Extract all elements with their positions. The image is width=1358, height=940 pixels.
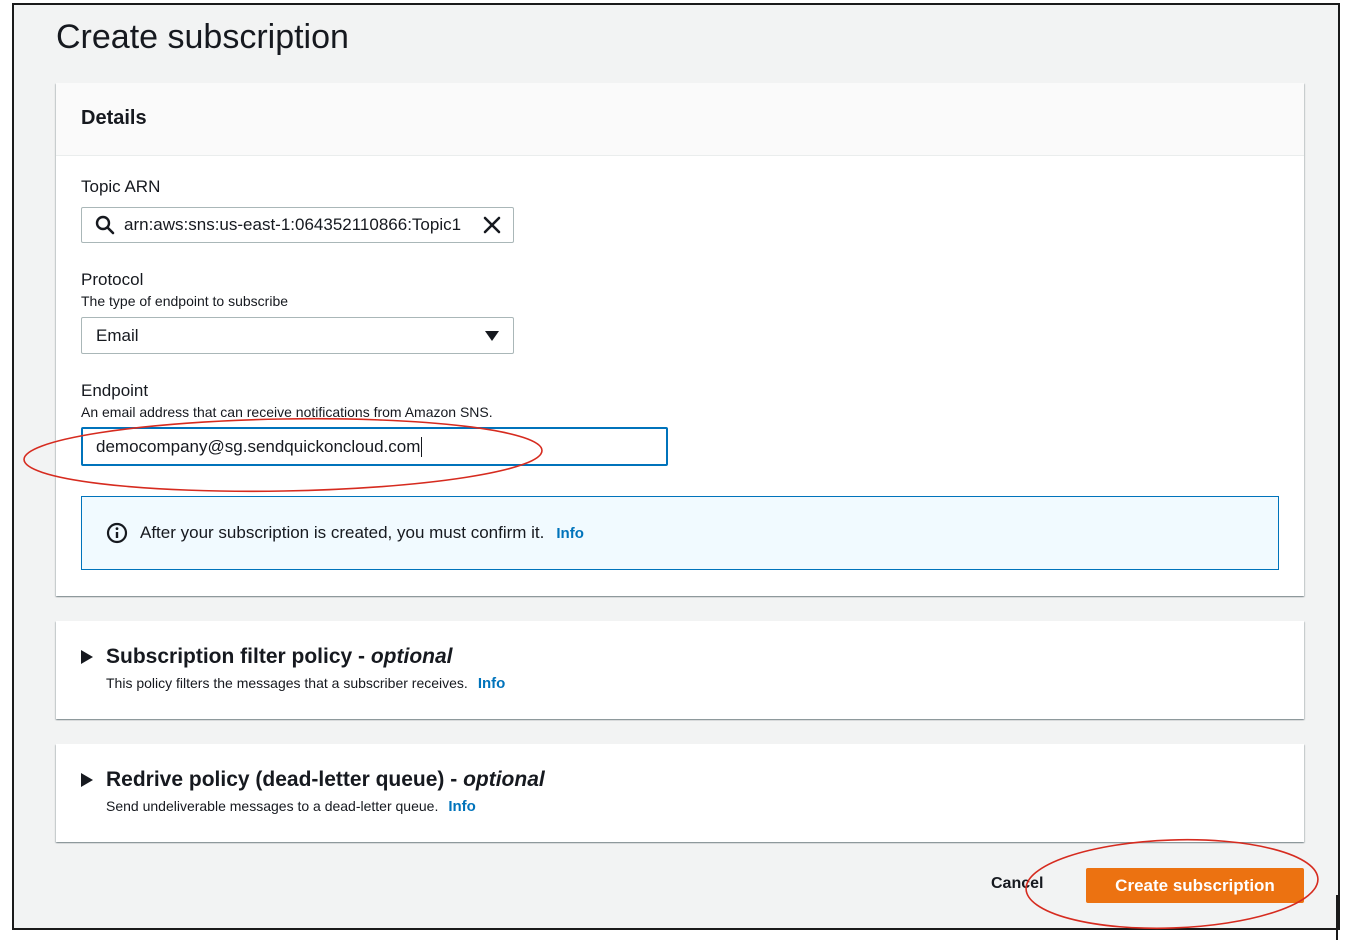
protocol-label: Protocol xyxy=(81,270,144,289)
text-cursor xyxy=(421,436,423,457)
endpoint-value: democompany@sg.sendquickoncloud.com xyxy=(96,436,421,456)
protocol-description: The type of endpoint to subscribe xyxy=(81,293,289,309)
redrive-policy-info-link[interactable]: Info xyxy=(448,798,476,815)
topic-arn-value: arn:aws:sns:us-east-1:064352110866:Topic… xyxy=(124,215,462,234)
filter-policy-description: This policy filters the messages that a … xyxy=(106,675,468,691)
topic-arn-label: Topic ARN xyxy=(81,177,161,196)
redrive-policy-description-row: Send undeliverable messages to a dead-le… xyxy=(106,798,476,815)
protocol-selected-value: Email xyxy=(96,325,139,345)
filter-policy-title: Subscription filter policy - xyxy=(106,645,371,668)
details-container: Details Topic ARN arn:aws:sns:us-east-1:… xyxy=(56,83,1304,596)
redrive-policy-toggle[interactable]: Redrive policy (dead-letter queue) - opt… xyxy=(81,768,545,792)
details-heading: Details xyxy=(56,83,1304,156)
filter-policy-optional: optional xyxy=(370,645,453,668)
filter-policy-description-row: This policy filters the messages that a … xyxy=(106,675,505,692)
page-title: Create subscription xyxy=(56,18,349,56)
filter-policy-info-link[interactable]: Info xyxy=(478,675,506,692)
redrive-policy-section: Redrive policy (dead-letter queue) - opt… xyxy=(56,744,1304,842)
protocol-select[interactable]: Email xyxy=(81,317,514,354)
cancel-button[interactable]: Cancel xyxy=(991,875,1043,893)
clear-icon[interactable] xyxy=(481,214,503,236)
expand-triangle-icon xyxy=(81,773,93,787)
endpoint-description: An email address that can receive notifi… xyxy=(81,404,493,420)
confirm-info-alert: After your subscription is created, you … xyxy=(81,496,1279,570)
info-circle-icon xyxy=(106,522,128,544)
topic-arn-input[interactable]: arn:aws:sns:us-east-1:064352110866:Topic… xyxy=(81,207,514,243)
caret-down-icon xyxy=(485,330,499,341)
filter-policy-toggle[interactable]: Subscription filter policy - optional xyxy=(81,645,453,669)
expand-triangle-icon xyxy=(81,650,93,664)
alert-text: After your subscription is created, you … xyxy=(140,523,545,542)
endpoint-input[interactable]: democompany@sg.sendquickoncloud.com xyxy=(81,427,668,466)
endpoint-label: Endpoint xyxy=(81,381,149,400)
redrive-policy-optional: optional xyxy=(463,768,545,791)
alert-info-link[interactable]: Info xyxy=(556,525,584,542)
create-subscription-button[interactable]: Create subscription xyxy=(1086,868,1304,903)
redrive-policy-title: Redrive policy (dead-letter queue) - xyxy=(106,768,464,791)
frame-edge xyxy=(1336,895,1338,940)
search-icon xyxy=(95,215,115,235)
filter-policy-section: Subscription filter policy - optional Th… xyxy=(56,621,1304,719)
redrive-policy-description: Send undeliverable messages to a dead-le… xyxy=(106,798,439,814)
